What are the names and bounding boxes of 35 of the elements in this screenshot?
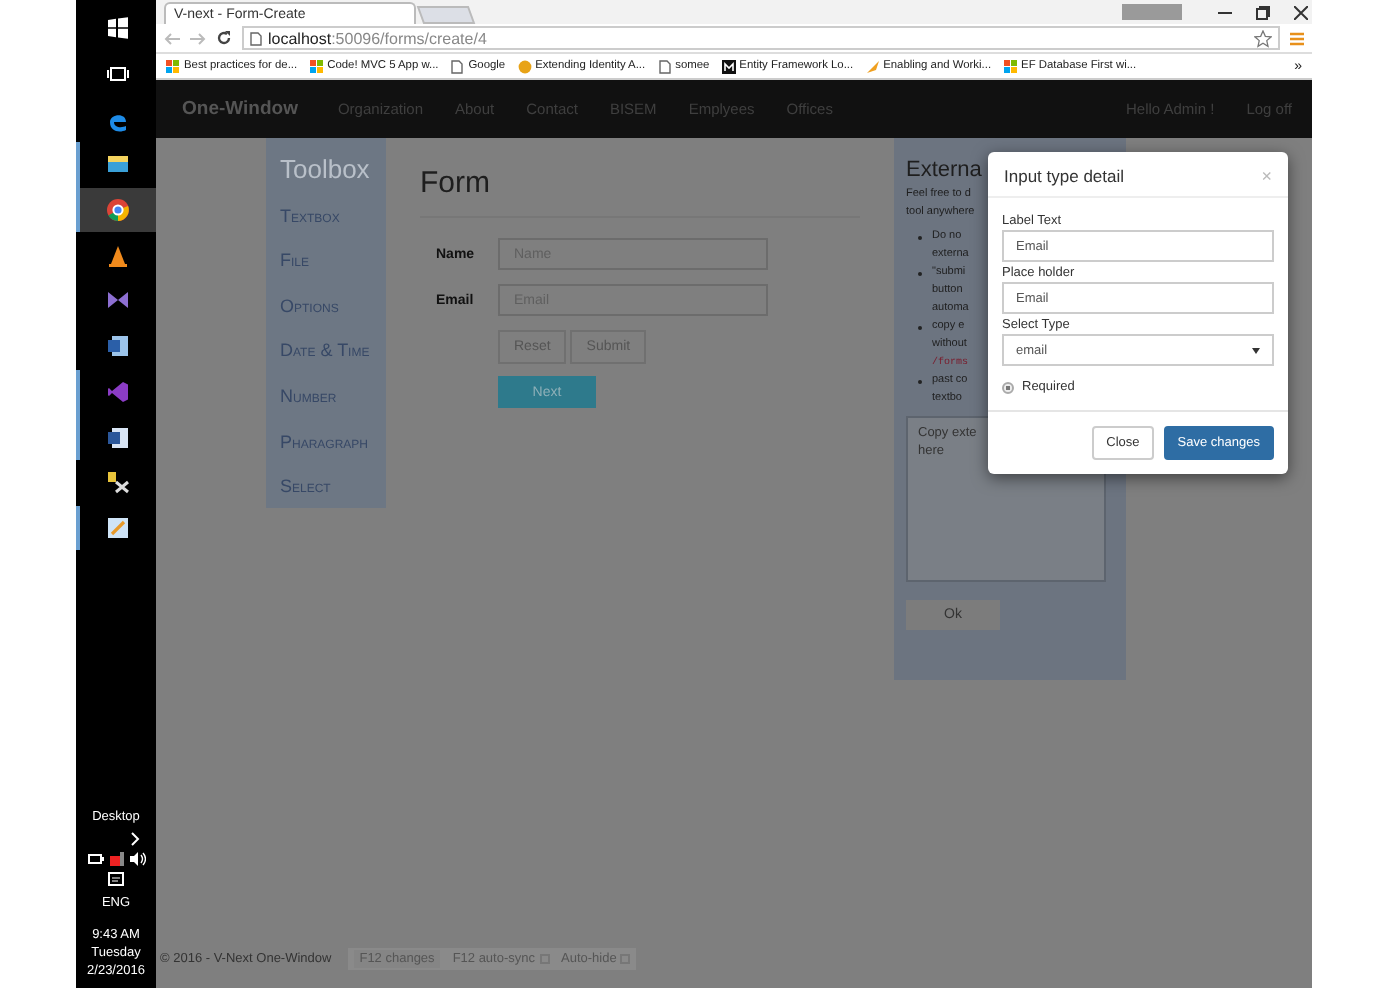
battery-icon[interactable] <box>87 854 103 864</box>
toolbox-title: Toolbox <box>280 156 372 184</box>
windows-icon <box>1003 59 1018 73</box>
close-button[interactable]: × <box>1261 166 1272 186</box>
page-icon <box>450 59 465 73</box>
notepad-icon[interactable] <box>106 515 130 540</box>
square-icon <box>721 59 736 73</box>
arrow-icon <box>865 59 880 73</box>
page-icon <box>657 59 672 73</box>
chevron-icon[interactable] <box>129 832 139 846</box>
task-view-icon[interactable] <box>106 62 130 87</box>
network-icon[interactable] <box>109 852 123 866</box>
address-field[interactable]: localhost:50096/forms/create/4 <box>242 26 1280 50</box>
windows-icon <box>309 59 324 73</box>
star-icon[interactable] <box>1254 29 1272 47</box>
bowtie-icon[interactable] <box>106 288 130 313</box>
tools-icon[interactable] <box>106 470 130 495</box>
traffic-cone-icon[interactable] <box>106 243 130 268</box>
folder-icon[interactable] <box>106 152 130 177</box>
word-icon[interactable] <box>106 425 130 450</box>
volume-icon[interactable] <box>129 852 145 866</box>
close-icon[interactable] <box>1294 5 1308 19</box>
reload-icon[interactable] <box>216 30 232 46</box>
chrome-icon[interactable] <box>106 198 130 223</box>
notification-icon[interactable] <box>108 872 124 888</box>
form-title: Form <box>420 166 492 200</box>
brand-link[interactable]: One-Window <box>182 98 298 120</box>
restore-icon[interactable] <box>1256 5 1270 19</box>
modal-title: Input type detail <box>1004 166 1125 186</box>
panel-title: Externa <box>906 156 982 186</box>
windows-icon <box>166 59 180 73</box>
windows-icon[interactable] <box>106 16 130 41</box>
page-icon <box>250 31 262 45</box>
document-icon[interactable] <box>106 334 130 359</box>
coin-icon <box>517 59 532 73</box>
